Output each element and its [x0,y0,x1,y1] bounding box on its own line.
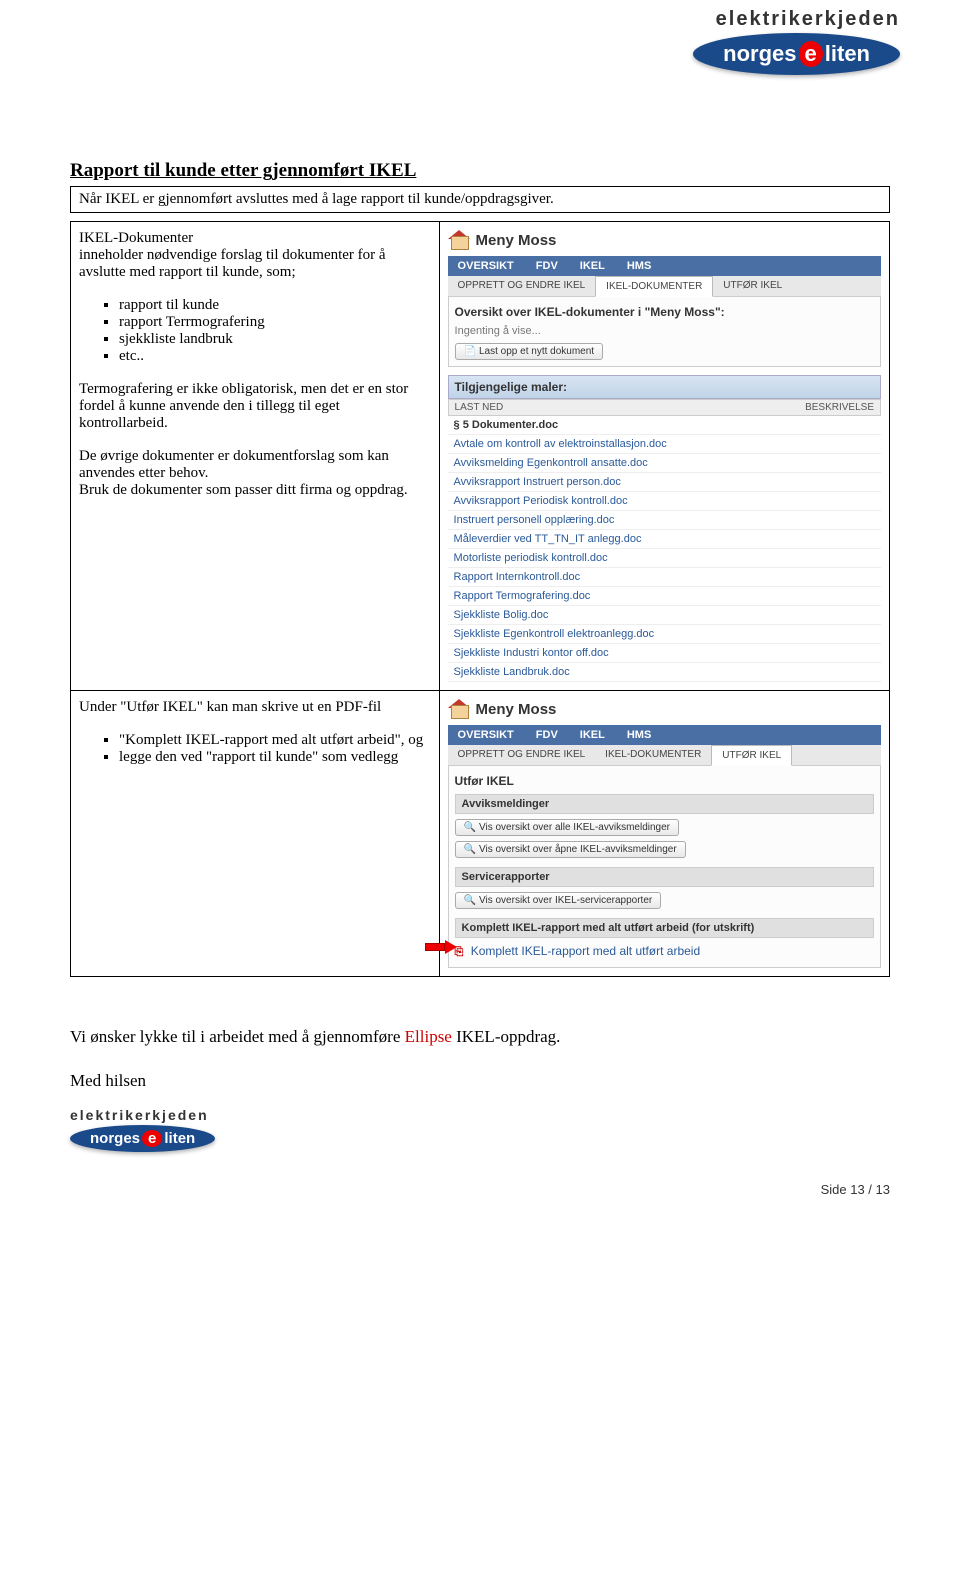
table-row[interactable]: Avviksmelding Egenkontroll ansatte.doc [448,454,881,473]
subtab-dokumenter[interactable]: IKEL-DOKUMENTER [595,745,711,765]
table-row[interactable]: Sjekkliste Egenkontroll elektroanlegg.do… [448,625,881,644]
table-row[interactable]: Sjekkliste Bolig.doc [448,606,881,625]
tab-oversikt[interactable]: OVERSIKT [448,256,524,276]
bullet: etc.. [119,348,431,365]
table-row[interactable]: Motorliste periodisk kontroll.doc [448,549,881,568]
magnify-icon: 🔍 [464,895,476,906]
sec1-p1: inneholder nødvendige forslag til dokume… [79,247,386,280]
tab-oversikt[interactable]: OVERSIKT [448,725,524,745]
tab-ikel[interactable]: IKEL [570,725,615,745]
maler-header: Tilgjengelige maler: [448,375,881,399]
table-row[interactable]: § 5 Dokumenter.doc [448,416,881,435]
empty-text: Ingenting å vise... [455,325,874,337]
right-col-1: Meny Moss OVERSIKT FDV IKEL HMS OPPRETT … [439,222,889,691]
col-lastned: LAST NED [455,402,504,413]
upload-icon: 📄 [464,346,476,357]
left-col-2: Under "Utfør IKEL" kan man skrive ut en … [71,691,440,977]
subtab-opprett[interactable]: OPPRETT OG ENDRE IKEL [448,276,596,296]
group-komplett: Komplett IKEL-rapport med alt utført arb… [455,918,874,938]
bullet: "Komplett IKEL-rapport med alt utført ar… [119,732,431,749]
sub-tabs: OPPRETT OG ENDRE IKEL IKEL-DOKUMENTER UT… [448,276,881,297]
sec2-p1: Under "Utfør IKEL" kan man skrive ut en … [79,699,431,716]
magnify-icon: 🔍 [464,822,476,833]
sec1-p2: Termografering er ikke obligatorisk, men… [79,381,431,432]
magnify-icon: 🔍 [464,844,476,855]
subtab-dokumenter[interactable]: IKEL-DOKUMENTER [595,276,713,297]
panel-title: Utfør IKEL [455,774,874,788]
bullet: legge den ved "rapport til kunde" som ve… [119,749,431,766]
nav-tabs: OVERSIKT FDV IKEL HMS [448,256,881,276]
table-row[interactable]: Instruert personell opplæring.doc [448,511,881,530]
bullet: rapport Terrmografering [119,314,431,331]
tab-fdv[interactable]: FDV [526,725,568,745]
table-row[interactable]: Sjekkliste Industri kontor off.doc [448,644,881,663]
sub-tabs: OPPRETT OG ENDRE IKEL IKEL-DOKUMENTER UT… [448,745,881,766]
intro-box: Når IKEL er gjennomført avsluttes med å … [70,186,890,213]
table-row[interactable]: Måleverdier ved TT_TN_IT anlegg.doc [448,530,881,549]
subtab-utfor[interactable]: UTFØR IKEL [711,745,792,766]
table-row[interactable]: Avviksrapport Periodisk kontroll.doc [448,492,881,511]
brand-oval: norgeseliten [693,33,900,75]
page-title: Rapport til kunde etter gjennomført IKEL [70,160,890,182]
screenshot-2: Meny Moss OVERSIKT FDV IKEL HMS OPPRETT … [448,699,881,968]
btn-vis-apne[interactable]: 🔍Vis oversikt over åpne IKEL-avviksmeldi… [455,841,686,858]
home-icon [448,699,470,719]
group-avvik: Avviksmeldinger [455,794,874,814]
right-col-2: Meny Moss OVERSIKT FDV IKEL HMS OPPRETT … [439,691,889,977]
subtab-opprett[interactable]: OPPRETT OG ENDRE IKEL [448,745,596,765]
meny-title: Meny Moss [476,232,557,249]
table-row[interactable]: Avtale om kontroll av elektroinstallasjo… [448,435,881,454]
upload-button[interactable]: 📄Last opp et nytt dokument [455,343,604,360]
brand-top-text: elektrikerkjeden [693,8,900,31]
komplett-link[interactable]: Komplett IKEL-rapport med alt utført arb… [471,944,700,958]
bullet: rapport til kunde [119,297,431,314]
screenshot-1: Meny Moss OVERSIKT FDV IKEL HMS OPPRETT … [448,230,881,682]
tab-fdv[interactable]: FDV [526,256,568,276]
panel-title: Oversikt over IKEL-dokumenter i "Meny Mo… [455,305,874,319]
signoff: Med hilsen [70,1071,890,1091]
table-header: LAST NED BESKRIVELSE [448,399,881,416]
panel-docs: Oversikt over IKEL-dokumenter i "Meny Mo… [448,296,881,367]
group-service: Servicerapporter [455,867,874,887]
content-table: IKEL-Dokumenter inneholder nødvendige fo… [70,221,890,977]
left-col-1: IKEL-Dokumenter inneholder nødvendige fo… [71,222,440,691]
meny-title: Meny Moss [476,701,557,718]
tab-ikel[interactable]: IKEL [570,256,615,276]
home-icon [448,230,470,250]
brand-logo: elektrikerkjeden norgeseliten [693,8,900,75]
table-row[interactable]: Rapport Termografering.doc [448,587,881,606]
btn-vis-service[interactable]: 🔍Vis oversikt over IKEL-servicerapporter [455,892,662,909]
panel-utfor: Utfør IKEL Avviksmeldinger 🔍Vis oversikt… [448,765,881,968]
page-footer: Side 13 / 13 [70,1182,890,1197]
table-row[interactable]: Avviksrapport Instruert person.doc [448,473,881,492]
nav-tabs: OVERSIKT FDV IKEL HMS [448,725,881,745]
tab-hms[interactable]: HMS [617,725,661,745]
sec2-bullets: "Komplett IKEL-rapport med alt utført ar… [79,732,431,766]
tab-hms[interactable]: HMS [617,256,661,276]
subtab-utfor[interactable]: UTFØR IKEL [713,276,792,296]
btn-vis-alle[interactable]: 🔍Vis oversikt over alle IKEL-avviksmeldi… [455,819,679,836]
closing-text: Vi ønsker lykke til i arbeidet med å gje… [70,1027,890,1047]
table-row[interactable]: Rapport Internkontroll.doc [448,568,881,587]
sec1-p4: Bruk de dokumenter som passer ditt firma… [79,482,408,498]
bullet: sjekkliste landbruk [119,331,431,348]
sec1-p3: De øvrige dokumenter er dokumentforslag … [79,448,389,481]
sec1-head: IKEL-Dokumenter [79,230,193,246]
sec1-bullets: rapport til kunde rapport Terrmograferin… [79,297,431,365]
red-arrow-icon [425,940,457,954]
table-row[interactable]: Sjekkliste Landbruk.doc [448,663,881,682]
brand-logo-bottom: elektrikerkjeden norgeseliten [70,1107,890,1152]
col-beskrivelse: BESKRIVELSE [805,402,874,413]
